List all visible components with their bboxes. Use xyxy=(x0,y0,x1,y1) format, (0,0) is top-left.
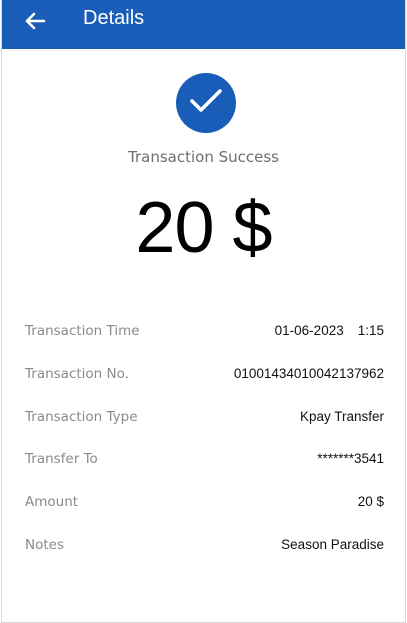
detail-row-transaction-time: Transaction Time 01-06-2023 1:15 xyxy=(2,323,405,347)
transaction-status: Transaction Success xyxy=(128,148,279,166)
detail-row-transaction-no: Transaction No. 01001434010042137962 xyxy=(2,366,405,390)
detail-row-transaction-type: Transaction Type Kpay Transfer xyxy=(2,409,405,433)
detail-label: Notes xyxy=(25,537,64,553)
detail-value: 01001434010042137962 xyxy=(233,366,384,381)
detail-label: Transaction No. xyxy=(25,366,129,382)
detail-value: Season Paradise xyxy=(281,537,384,552)
detail-value: 01-06-2023 1:15 xyxy=(275,323,384,338)
detail-label: Transaction Type xyxy=(25,409,138,425)
arrow-left-icon xyxy=(24,12,46,35)
detail-value: *******3541 xyxy=(317,451,384,466)
detail-label: Amount xyxy=(25,494,79,510)
detail-row-transfer-to: Transfer To *******3541 xyxy=(2,451,405,475)
detail-label: Transfer To xyxy=(25,451,98,467)
screen: Details Transaction Success 20 $ Transac… xyxy=(1,0,406,623)
back-button[interactable] xyxy=(22,10,48,36)
detail-value: Kpay Transfer xyxy=(299,409,384,424)
page-title: Details xyxy=(83,7,145,29)
detail-row-notes: Notes Season Paradise xyxy=(2,537,405,561)
transaction-date: 01-06-2023 xyxy=(274,323,344,338)
detail-row-amount: Amount 20 $ xyxy=(2,494,405,518)
checkmark-icon xyxy=(189,88,223,119)
app-bar: Details xyxy=(2,0,405,49)
transaction-amount: 20 $ xyxy=(135,188,272,268)
detail-label: Transaction Time xyxy=(25,323,140,339)
detail-value: 20 $ xyxy=(357,494,384,509)
transaction-clock-time: 1:15 xyxy=(357,323,384,338)
success-badge xyxy=(176,73,236,133)
